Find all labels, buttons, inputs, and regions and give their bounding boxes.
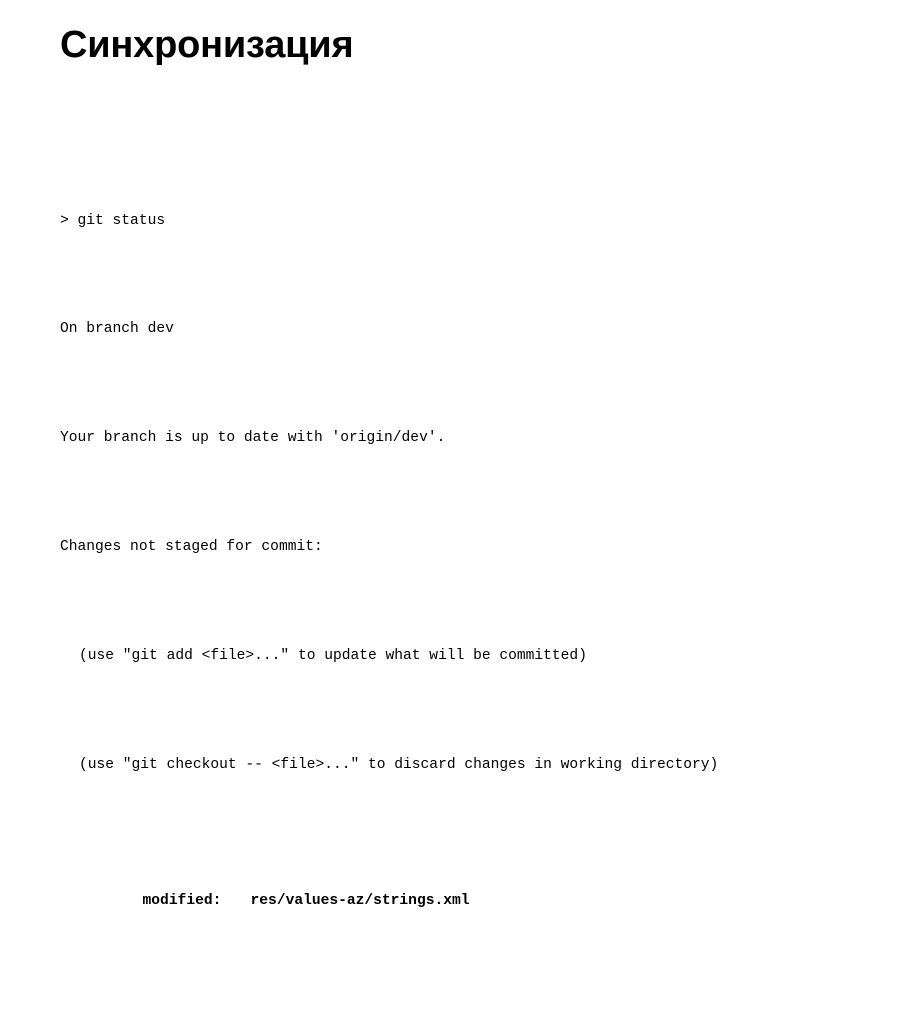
git-status-output: > git status On branch dev Your branch i… bbox=[60, 126, 718, 1012]
terminal-line-hint-checkout: (use "git checkout -- <file>..." to disc… bbox=[79, 756, 719, 773]
slide-canvas: Синхронизация > git status On branch dev… bbox=[0, 0, 900, 909]
terminal-line-branch: On branch dev bbox=[60, 321, 174, 338]
modified-file-row: modified: res/values-az/strings.xml bbox=[60, 860, 718, 942]
modified-file-path: res/values-az/strings.xml bbox=[250, 892, 470, 909]
terminal-line-upstream: Your branch is up to date with 'origin/d… bbox=[60, 430, 446, 447]
terminal-line-changes-header: Changes not staged for commit: bbox=[60, 539, 323, 556]
terminal-line-hint-add: (use "git add <file>..." to update what … bbox=[79, 647, 587, 664]
page-title: Синхронизация bbox=[60, 24, 354, 66]
modified-label: modified: bbox=[142, 892, 222, 909]
terminal-line-command: > git status bbox=[60, 212, 166, 229]
